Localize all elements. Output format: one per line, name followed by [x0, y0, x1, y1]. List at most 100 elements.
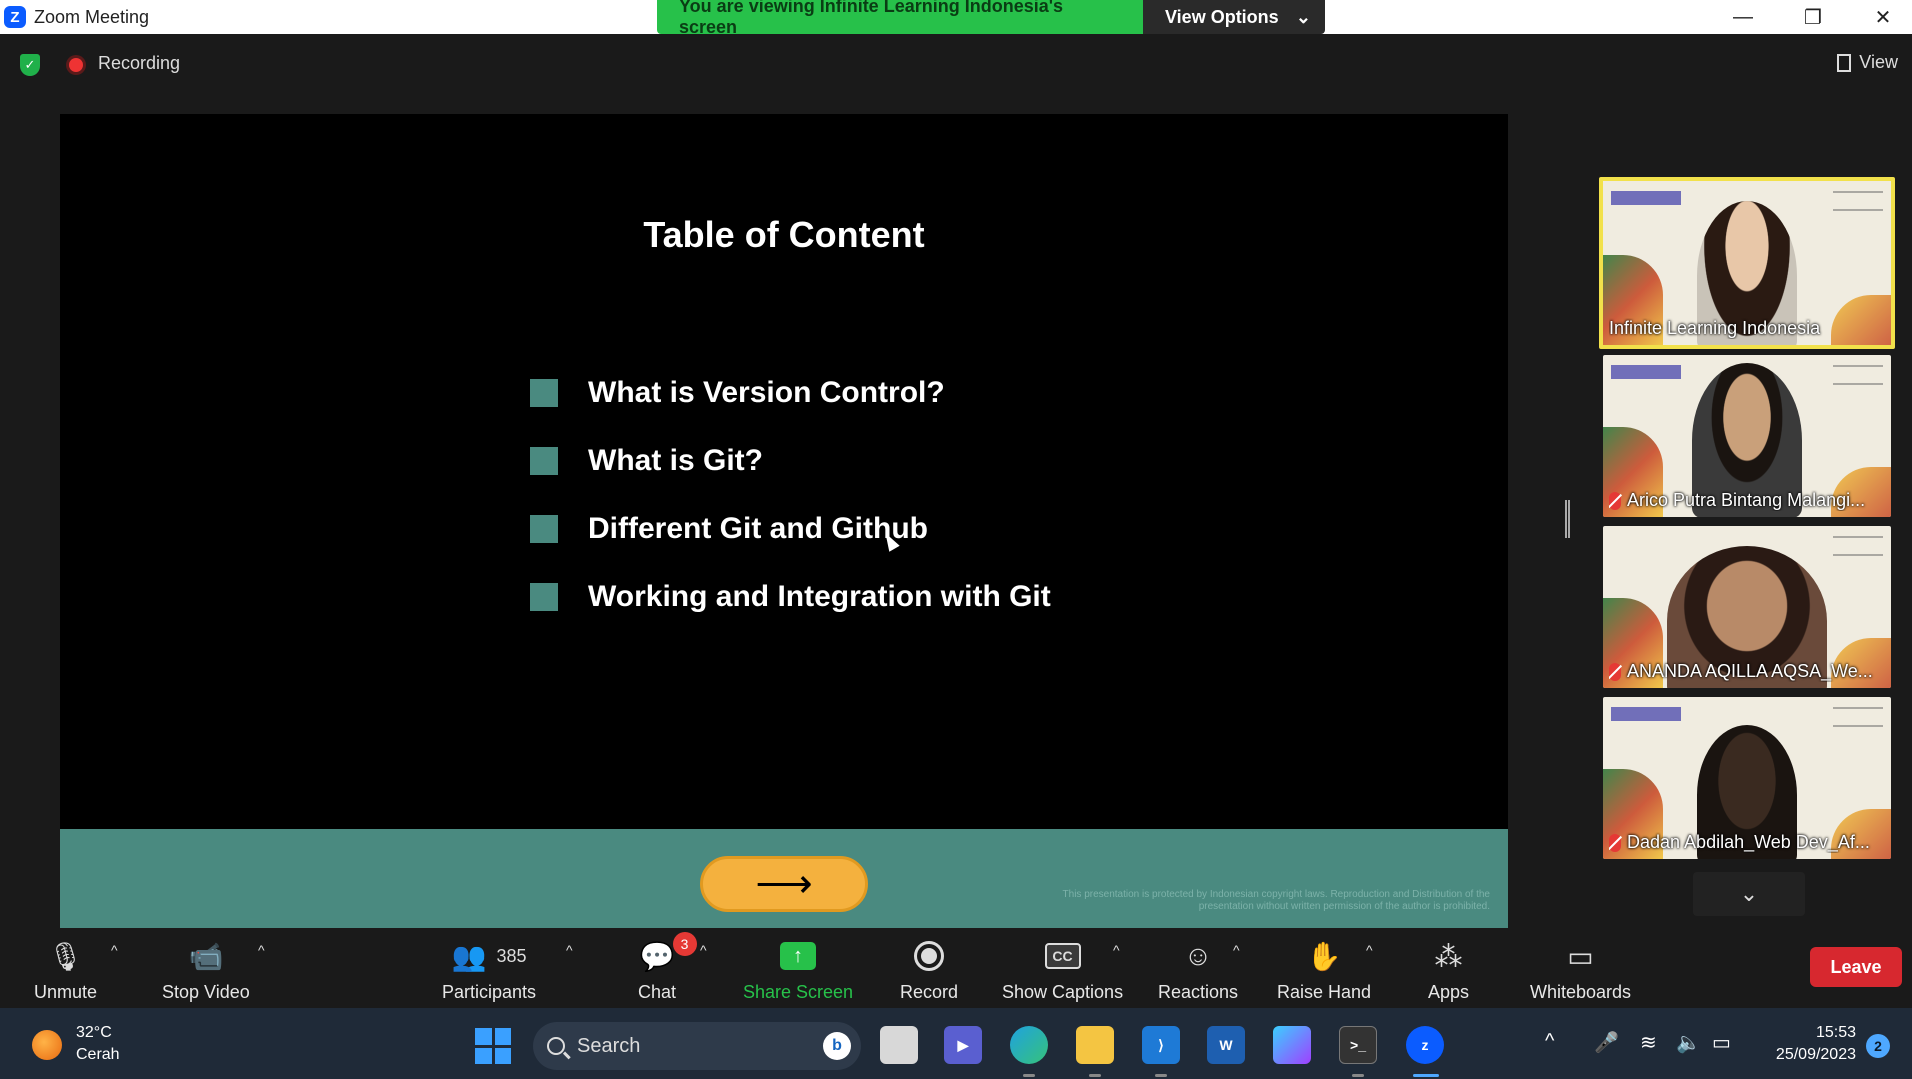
title-bar: Z Zoom Meeting You are viewing Infinite … [0, 0, 1912, 34]
windows-taskbar: 32°C Cerah Search b ▶ ⟩ W >_ z ^ 🎤 ≋ 🔈 ▭… [0, 1008, 1912, 1079]
recording-indicator-icon [69, 58, 83, 72]
whiteboards-label: Whiteboards [1530, 982, 1632, 1002]
word-icon[interactable]: W [1207, 1026, 1245, 1064]
participant-tile[interactable]: ANANDA AQILLA AQSA_We... [1603, 526, 1891, 688]
video-camera-icon: 📹 [188, 940, 224, 972]
bullet-square-icon [530, 515, 558, 543]
participant-name: Infinite Learning Indonesia [1609, 318, 1821, 338]
record-label: Record [900, 982, 959, 1002]
participant-tile[interactable]: Infinite Learning Indonesia [1599, 177, 1895, 349]
show-captions-button[interactable]: CC Show Captions [1002, 936, 1123, 1003]
taskbar-search[interactable]: Search b [533, 1022, 861, 1070]
view-options-button[interactable]: View Options ⌄ [1143, 0, 1325, 34]
chat-options-caret[interactable]: ^ [700, 942, 707, 958]
unmute-button[interactable]: 🎙 Unmute [34, 936, 97, 1003]
participant-tile[interactable]: Dadan Abdilah_Web Dev_Af... [1603, 697, 1891, 859]
scroll-down-button[interactable]: ⌄ [1693, 872, 1805, 916]
leave-button[interactable]: Leave [1810, 947, 1902, 987]
raise-hand-label: Raise Hand [1277, 982, 1372, 1002]
reactions-options-caret[interactable]: ^ [1233, 942, 1240, 958]
stop-video-button[interactable]: 📹 Stop Video [162, 936, 250, 1003]
chevron-up-icon[interactable]: ^ [1545, 1030, 1554, 1053]
mic-muted-icon [1609, 662, 1621, 681]
sponsor-logo [1833, 707, 1883, 727]
chat-button[interactable]: 💬 3 Chat [638, 932, 697, 1003]
participant-tile[interactable]: Arico Putra Bintang Malangi... [1603, 355, 1891, 517]
bing-icon[interactable]: b [823, 1032, 851, 1060]
sponsor-logo [1833, 536, 1883, 556]
participants-button[interactable]: 👥 385 Participants [442, 936, 536, 1003]
toc-item-text: What is Version Control? [588, 376, 945, 409]
raise-hand-icon: ✋ [1306, 940, 1342, 972]
battery-icon[interactable]: ▭ [1712, 1030, 1731, 1055]
share-banner-message: You are viewing Infinite Learning Indone… [657, 0, 1143, 34]
toc-item: What is Version Control? [530, 359, 1051, 427]
participants-count: 385 [496, 945, 527, 966]
task-view-icon[interactable] [880, 1026, 918, 1064]
clock-time: 15:53 [1815, 1024, 1856, 1041]
view-button[interactable]: View [1837, 52, 1898, 73]
emoji-reactions-icon: ☺ [1183, 940, 1213, 971]
search-placeholder: Search [577, 1034, 641, 1057]
panel-splitter-handle[interactable] [1565, 500, 1570, 538]
toc-item-text: Working and Integration with Git [588, 580, 1051, 613]
unmute-label: Unmute [34, 982, 98, 1002]
share-screen-icon: ↑ [780, 942, 817, 970]
clock-date: 25/09/2023 [1775, 1046, 1856, 1063]
sponsor-logo [1833, 365, 1883, 385]
windows-start-icon[interactable] [475, 1028, 511, 1064]
weather-widget[interactable]: 32°C Cerah [76, 1022, 120, 1066]
toc-item: Different Git and Github [530, 495, 1051, 563]
taskbar-indicator [1352, 1074, 1364, 1077]
snipping-tool-icon[interactable] [1273, 1026, 1311, 1064]
notification-badge[interactable]: 2 [1866, 1034, 1890, 1058]
vscode-icon[interactable]: ⟩ [1142, 1026, 1180, 1064]
toc-item: What is Git? [530, 427, 1051, 495]
chat-label: Chat [638, 982, 677, 1002]
zoom-logo-icon: Z [4, 6, 26, 28]
minimize-button[interactable]: — [1708, 0, 1778, 34]
apps-label: Apps [1428, 982, 1470, 1002]
wifi-icon[interactable]: ≋ [1640, 1030, 1657, 1055]
participants-options-caret[interactable]: ^ [566, 942, 573, 958]
taskbar-clock[interactable]: 15:53 25/09/2023 [1760, 1022, 1856, 1066]
record-button[interactable]: Record [900, 936, 958, 1003]
shared-screen: Table of Content What is Version Control… [60, 114, 1508, 928]
raise-hand-button[interactable]: ✋ Raise Hand [1277, 936, 1371, 1003]
apps-button[interactable]: ⁂ Apps [1428, 936, 1469, 1003]
zoom-taskbar-icon[interactable]: z [1406, 1026, 1444, 1064]
chat-bubble-icon: 💬 3 [640, 932, 697, 976]
terminal-icon[interactable]: >_ [1339, 1026, 1377, 1064]
show-captions-label: Show Captions [1002, 982, 1124, 1002]
restore-button[interactable]: ❐ [1778, 0, 1848, 34]
reactions-button[interactable]: ☺ Reactions [1158, 936, 1238, 1003]
edge-browser-icon[interactable] [1010, 1026, 1048, 1064]
view-label: View [1859, 52, 1898, 72]
mic-muted-icon [1609, 833, 1621, 852]
taskbar-active-indicator [1413, 1074, 1439, 1077]
closed-captions-icon: CC [1044, 943, 1081, 969]
meeting-header: ✓ Recording View [0, 34, 1912, 94]
whiteboard-icon: ▭ [1567, 940, 1594, 972]
taskbar-indicator [1155, 1074, 1167, 1077]
sponsor-logo [1611, 707, 1681, 721]
participant-name: Arico Putra Bintang Malangi... [1609, 490, 1885, 511]
microphone-icon[interactable]: 🎤 [1594, 1030, 1619, 1055]
file-explorer-icon[interactable] [1076, 1026, 1114, 1064]
taskbar-indicator [1023, 1074, 1035, 1077]
close-button[interactable]: ✕ [1848, 0, 1912, 34]
captions-options-caret[interactable]: ^ [1113, 942, 1120, 958]
raise-hand-options-caret[interactable]: ^ [1366, 942, 1373, 958]
audio-options-caret[interactable]: ^ [111, 942, 118, 958]
security-shield-icon[interactable]: ✓ [20, 54, 40, 76]
share-screen-button[interactable]: ↑ Share Screen [743, 936, 853, 1003]
teams-chat-icon[interactable]: ▶ [944, 1026, 982, 1064]
table-of-contents: What is Version Control? What is Git? Di… [530, 359, 1051, 631]
video-options-caret[interactable]: ^ [258, 942, 265, 958]
volume-icon[interactable]: 🔈 [1676, 1030, 1701, 1055]
share-screen-label: Share Screen [743, 982, 854, 1002]
stop-video-label: Stop Video [162, 982, 250, 1002]
bullet-square-icon [530, 447, 558, 475]
weather-sun-icon[interactable] [32, 1030, 62, 1060]
whiteboards-button[interactable]: ▭ Whiteboards [1530, 936, 1631, 1003]
